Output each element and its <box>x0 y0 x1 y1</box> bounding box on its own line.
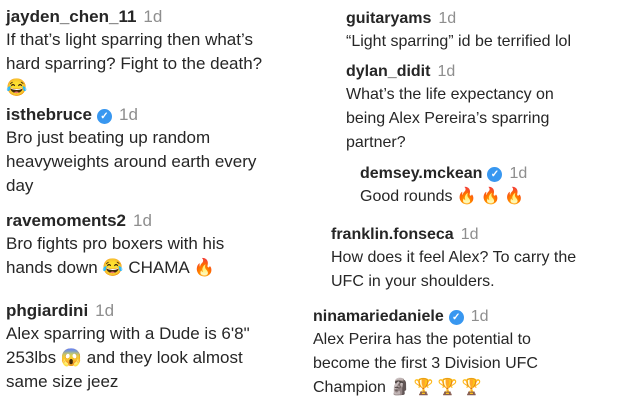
comment-username[interactable]: ravemoments2 <box>6 211 126 230</box>
comment-item: isthebruce ✓ 1d Bro just beating up random… <box>6 104 306 198</box>
comment-timestamp: 1d <box>460 226 479 243</box>
comment-line: being Alex Pereira’s sparring <box>346 110 550 127</box>
comment-line: Bro just beating up random <box>6 128 211 147</box>
comment-line: UFC in your shoulders. <box>331 273 495 290</box>
comment-line: Alex Perira has the potential to <box>313 331 531 348</box>
comments-screen: { "left": [ {"user":"jayden_chen_11","ti… <box>0 0 640 400</box>
comment-header: ninamariedaniele ✓ 1d <box>313 306 636 328</box>
comment-line: heavyweights around earth every <box>6 152 257 171</box>
comment-item: ravemoments2 1d Bro fights pro boxers wit… <box>6 210 306 280</box>
comment-header: dylan_didit 1d <box>346 61 636 83</box>
comment-body: Bro just beating up random heavyweights … <box>6 126 306 198</box>
comment-body: How does it feel Alex? To carry the UFC … <box>331 246 636 294</box>
comment-line: Champion 🗿 🏆 🏆 🏆 <box>313 379 482 396</box>
comment-username[interactable]: phgiardini <box>6 301 88 320</box>
comment-line: day <box>6 176 34 195</box>
comment-item: dylan_didit 1d What’s the life expectancy… <box>346 61 636 155</box>
comment-line: hands down 😂 CHAMA 🔥 <box>6 258 215 277</box>
comment-timestamp: 1d <box>509 165 528 182</box>
comment-line: Good rounds 🔥 🔥 🔥 <box>360 188 525 205</box>
comment-username[interactable]: franklin.fonseca <box>331 226 454 243</box>
comment-header: guitaryams 1d <box>346 8 636 30</box>
comment-username[interactable]: demsey.mckean <box>360 165 482 182</box>
comment-line: 253lbs 😱 and they look almost <box>6 348 243 367</box>
comment-timestamp: 1d <box>438 10 457 27</box>
comment-body: “Light sparring” id be terrified lol <box>346 30 636 54</box>
comment-username[interactable]: ninamariedaniele <box>313 308 444 325</box>
comment-header: demsey.mckean ✓ 1d <box>360 163 636 185</box>
comment-line: hard sparring? Fight to the death? <box>6 54 263 73</box>
comment-body: Good rounds 🔥 🔥 🔥 <box>360 185 636 209</box>
laughing-emoji-icon: 😂 <box>102 258 124 277</box>
comment-line: How does it feel Alex? To carry the <box>331 249 577 266</box>
comment-timestamp: 1d <box>133 211 152 230</box>
comment-line: Bro fights pro boxers with his <box>6 234 225 253</box>
comment-item: demsey.mckean ✓ 1d Good rounds 🔥 🔥 🔥 <box>360 163 636 209</box>
comment-body: If that’s light sparring then what’s har… <box>6 28 306 100</box>
comment-body: Alex sparring with a Dude is 6'8" 253lbs… <box>6 322 306 394</box>
fire-emoji-icon: 🔥 <box>193 258 215 277</box>
comment-timestamp: 1d <box>118 105 138 124</box>
comment-header: jayden_chen_11 1d <box>6 6 306 28</box>
comment-line: become the first 3 Division UFC <box>313 355 538 372</box>
comment-line: What’s the life expectancy on <box>346 86 554 103</box>
comment-line: “Light sparring” id be terrified lol <box>346 33 571 50</box>
verified-badge-icon: ✓ <box>448 310 464 325</box>
fire-emoji-icon: 🔥 <box>480 188 501 205</box>
comment-username[interactable]: isthebruce <box>6 105 92 124</box>
comment-line: partner? <box>346 134 406 151</box>
comment-item: phgiardini 1d Alex sparring with a Dude i… <box>6 300 306 394</box>
comment-line: 😂 <box>6 76 306 100</box>
comment-header: phgiardini 1d <box>6 300 306 322</box>
verified-badge-icon: ✓ <box>96 109 112 124</box>
comment-body: Alex Perira has the potential to become … <box>313 328 636 400</box>
trophy-emoji-icon: 🏆 <box>437 379 458 396</box>
comment-username[interactable]: dylan_didit <box>346 63 430 80</box>
comment-username[interactable]: guitaryams <box>346 10 431 27</box>
comment-timestamp: 1d <box>470 308 489 325</box>
comment-line: If that’s light sparring then what’s <box>6 30 253 49</box>
comment-item: jayden_chen_11 1d If that’s light sparrin… <box>6 6 306 100</box>
comment-timestamp: 1d <box>437 63 456 80</box>
laughing-emoji-icon: 😂 <box>6 78 28 97</box>
comment-item: ninamariedaniele ✓ 1d Alex Perira has the … <box>313 306 636 400</box>
comment-header: franklin.fonseca 1d <box>331 224 636 246</box>
verified-badge-icon: ✓ <box>487 167 503 182</box>
comment-header: ravemoments2 1d <box>6 210 306 232</box>
comment-item: guitaryams 1d “Light sparring” id be terr… <box>346 8 636 54</box>
comment-item: franklin.fonseca 1d How does it feel Alex… <box>331 224 636 294</box>
fire-emoji-icon: 🔥 <box>456 188 477 205</box>
comment-line: Alex sparring with a Dude is 6'8" <box>6 324 250 343</box>
screaming-emoji-icon: 😱 <box>60 348 83 367</box>
comment-timestamp: 1d <box>95 301 115 320</box>
comment-body: Bro fights pro boxers with his hands dow… <box>6 232 306 280</box>
comment-timestamp: 1d <box>143 7 163 26</box>
moai-emoji-icon: 🗿 <box>389 379 410 396</box>
comment-line: same size jeez <box>6 372 119 391</box>
fire-emoji-icon: 🔥 <box>504 188 525 205</box>
trophy-emoji-icon: 🏆 <box>461 379 482 396</box>
comment-header: isthebruce ✓ 1d <box>6 104 306 126</box>
comment-body: What’s the life expectancy on being Alex… <box>346 83 636 155</box>
trophy-emoji-icon: 🏆 <box>413 379 434 396</box>
comment-username[interactable]: jayden_chen_11 <box>6 7 136 26</box>
